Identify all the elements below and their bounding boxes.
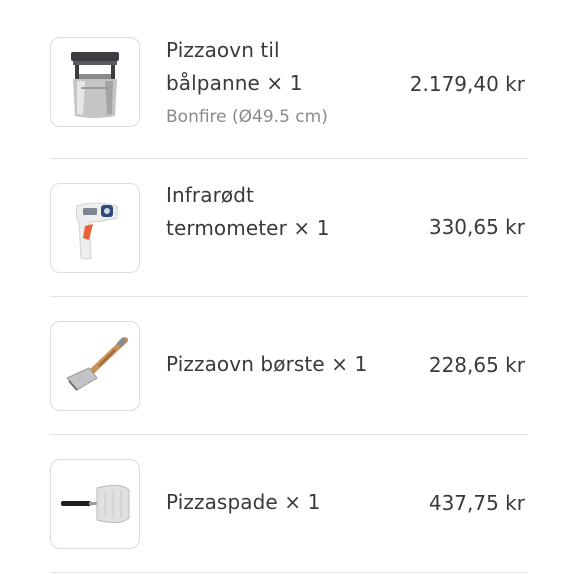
pizza-oven-bonfire-image[interactable]	[50, 37, 140, 127]
item-quantity: × 1	[266, 71, 303, 95]
order-item: Pizzaspade × 1 437,75 kr	[50, 435, 528, 573]
oven-brush-image[interactable]	[50, 321, 140, 411]
item-title-line2: bålpanne	[166, 71, 260, 95]
item-title-text: Pizzaspade	[166, 490, 278, 514]
item-price: 437,75 kr	[428, 491, 525, 515]
item-info: Pizzaovn til bålpanne × 1 Bonfire (Ø49.5…	[166, 34, 356, 130]
item-quantity: × 1	[284, 490, 321, 514]
item-title[interactable]: Pizzaovn børste × 1	[166, 348, 396, 381]
order-item: Infrarødt termometer × 1 330,65 kr	[50, 159, 528, 297]
order-items-list: Pizzaovn til bålpanne × 1 Bonfire (Ø49.5…	[50, 20, 528, 573]
item-variant: Bonfire (Ø49.5 cm)	[166, 107, 328, 127]
item-title-line2: termometer	[166, 216, 287, 240]
item-info: Infrarødt termometer × 1	[166, 179, 356, 245]
item-title[interactable]: Infrarødt termometer × 1	[166, 179, 356, 245]
order-item: Pizzaovn til bålpanne × 1 Bonfire (Ø49.5…	[50, 20, 528, 159]
item-info: Pizzaspade × 1	[166, 486, 396, 519]
order-item: Pizzaovn børste × 1 228,65 kr	[50, 297, 528, 435]
item-price: 228,65 kr	[428, 353, 525, 377]
item-title-line1: Infrarødt	[166, 183, 254, 207]
item-title[interactable]: Pizzaovn til bålpanne × 1	[166, 34, 356, 100]
item-quantity: × 1	[293, 216, 330, 240]
item-title-line1: Pizzaovn til	[166, 38, 280, 62]
infrared-thermometer-image[interactable]	[50, 183, 140, 273]
item-quantity: × 1	[331, 352, 368, 376]
item-title-text: Pizzaovn børste	[166, 352, 325, 376]
item-title[interactable]: Pizzaspade × 1	[166, 486, 396, 519]
item-info: Pizzaovn børste × 1	[166, 348, 396, 381]
item-price: 330,65 kr	[428, 215, 525, 239]
item-price: 2.179,40 kr	[409, 72, 525, 96]
pizza-peel-image[interactable]	[50, 459, 140, 549]
